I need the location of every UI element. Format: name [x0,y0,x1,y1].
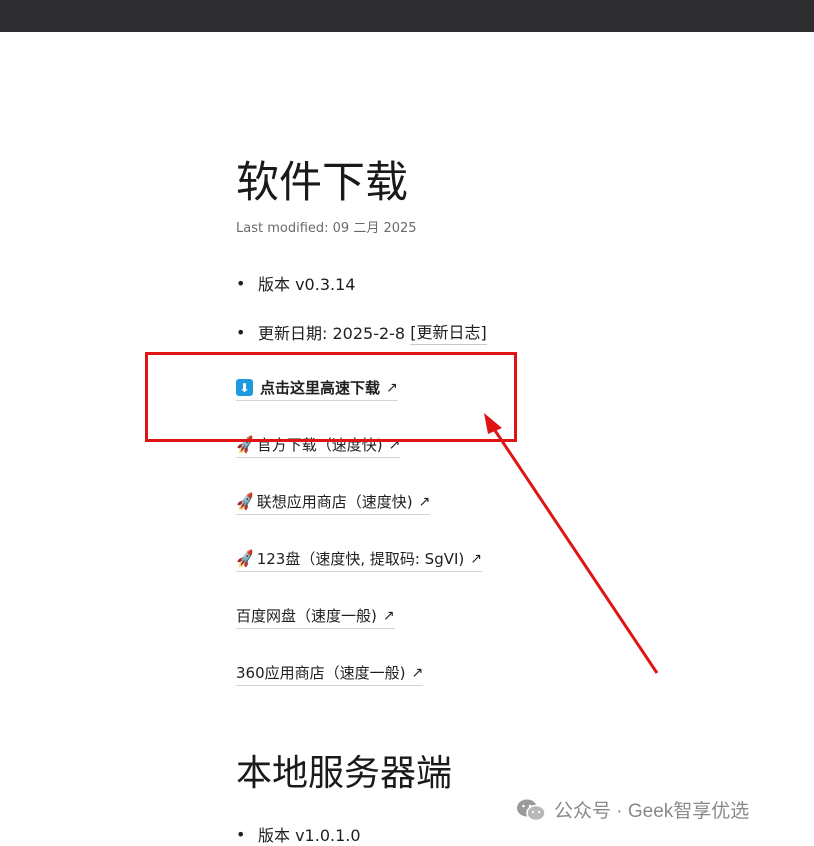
download-link-123pan[interactable]: 🚀 123盘（速度快, 提取码: SgVI) ↗ [234,548,482,572]
download-label: 123盘（速度快, 提取码: SgVI) [256,550,465,568]
server-version-text: 版本 v1.0.1.0 [258,826,361,845]
page-title: 软件下载 [236,158,408,208]
last-modified: Last modified: 09 二月 2025 [236,221,417,236]
list-item-update-date: • 更新日期: 2025-2-8 [更新日志] [236,319,487,345]
external-link-icon: ↗ [470,550,482,567]
rocket-icon: 🚀 [234,491,257,512]
download-link-baidu[interactable]: 百度网盘（速度一般) ↗ [236,605,395,629]
external-link-icon: ↗ [418,493,431,510]
top-bar [0,0,814,32]
download-label: 百度网盘（速度一般) [236,607,377,625]
rocket-icon: 🚀 [234,548,257,569]
changelog-link[interactable]: [更新日志] [410,319,487,345]
list-item-version: • 版本 v0.3.14 [236,271,355,295]
external-link-icon: ↗ [382,607,395,624]
bullet: • [236,322,246,342]
list-item-server-version: • 版本 v1.0.1.0 [236,822,361,846]
download-label: 360应用商店（速度一般) [236,664,406,682]
watermark-text: 公众号 · Geek智享优选 [554,801,750,822]
download-link-360[interactable]: 360应用商店（速度一般) ↗ [236,662,424,686]
external-link-icon: ↗ [411,664,424,681]
annotation-highlight-box [145,352,517,442]
watermark: 公众号 · Geek智享优选 [516,796,749,823]
update-date-text: 更新日期: 2025-2-8 [258,324,411,343]
download-link-lenovo[interactable]: 🚀 联想应用商店（速度快) ↗ [234,491,431,515]
bullet: • [236,273,246,293]
download-label: 联想应用商店（速度快) [256,493,413,511]
bullet: • [236,824,246,844]
wechat-icon [517,799,546,821]
section-title-local-server: 本地服务器端 [236,753,453,794]
version-text: 版本 v0.3.14 [258,275,356,294]
